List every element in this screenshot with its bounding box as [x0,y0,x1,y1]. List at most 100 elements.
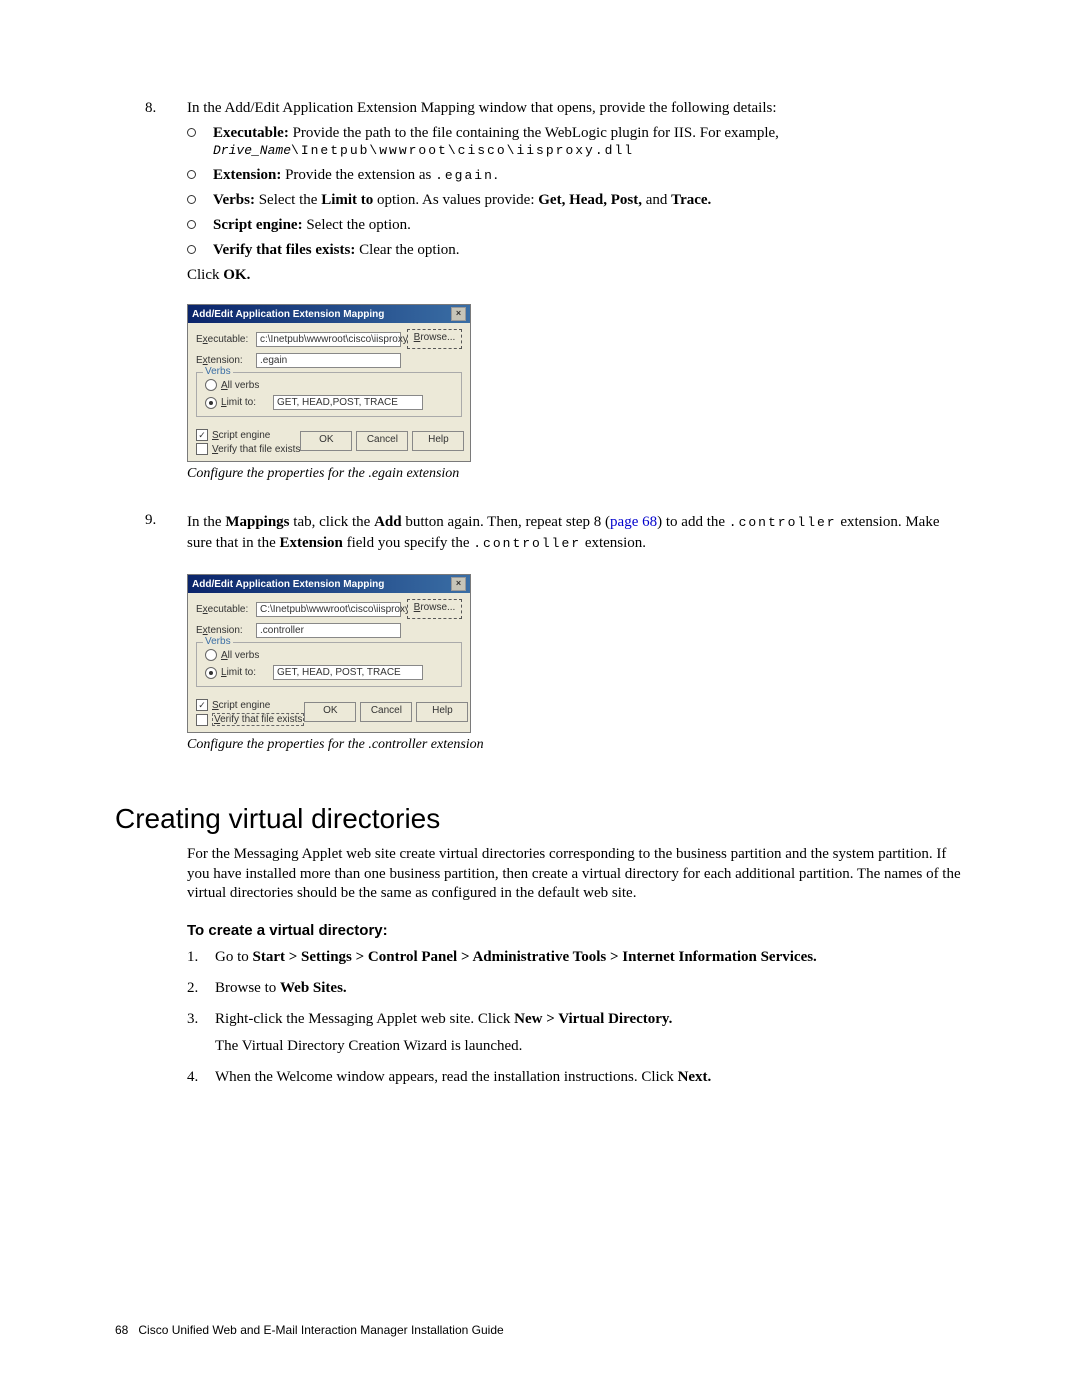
page-number: 68 [115,1323,128,1337]
ok-button[interactable]: OK [300,431,352,451]
extension-input[interactable]: .controller [256,623,401,638]
figure-controller-dialog: Add/Edit Application Extension Mapping ×… [187,574,965,733]
cancel-button[interactable]: Cancel [360,702,412,722]
executable-text: Provide the path to the file containing … [289,125,779,141]
script-engine-check-label: Script engine [212,700,270,711]
all-verbs-radio-row[interactable]: All verbs [205,649,455,661]
bullet-verbs: Verbs: Select the Limit to option. As va… [187,192,965,209]
limit-to-input[interactable]: GET, HEAD, POST, TRACE [273,665,423,680]
close-icon[interactable]: × [451,307,466,321]
bullet-icon [187,220,196,229]
limit-to-radio-row[interactable]: Limit to: GET, HEAD, POST, TRACE [205,665,455,680]
drive-name-var: Drive_Name [213,143,291,158]
checkbox-icon[interactable] [196,714,208,726]
footer-title: Cisco Unified Web and E-Mail Interaction… [138,1323,503,1337]
dialog-title-text: Add/Edit Application Extension Mapping [192,579,384,590]
click-ok-line: Click OK. [187,267,965,284]
step-number: 4. [187,1067,198,1088]
radio-icon[interactable] [205,667,217,679]
step-9-number: 9. [145,512,156,529]
page-content: 8. In the Add/Edit Application Extension… [0,0,1080,1397]
main-steps-list-cont: 9. In the Mappings tab, click the Add bu… [115,512,965,554]
bullet-icon [187,128,196,137]
browse-button[interactable]: Browse... [407,329,462,349]
script-engine-label: Script engine: [213,217,303,233]
checkbox-icon[interactable]: ✓ [196,699,208,711]
bullet-icon [187,195,196,204]
verify-label: Verify that files exists: [213,242,355,258]
executable-row: Executable: c:\Inetpub\wwwroot\cisco\iis… [196,329,462,349]
vd-step-3-line2: The Virtual Directory Creation Wizard is… [215,1036,965,1057]
step-8: 8. In the Add/Edit Application Extension… [115,100,965,284]
radio-icon[interactable] [205,397,217,409]
vd-step-1: 1. Go to Start > Settings > Control Pane… [187,947,965,968]
executable-field-label: Executable: [196,334,256,345]
limit-to-input[interactable]: GET, HEAD,POST, TRACE [273,395,423,410]
ok-button[interactable]: OK [304,702,356,722]
web-sites-label: Web Sites. [280,980,347,996]
extension-row: Extension: .egain [196,353,462,368]
limit-to-label: Limit to: [221,397,265,408]
extension-field-label: Extension: [196,355,256,366]
all-verbs-radio-row[interactable]: All verbs [205,379,455,391]
help-button[interactable]: Help [412,431,464,451]
checkbox-icon[interactable]: ✓ [196,429,208,441]
dialog-egain: Add/Edit Application Extension Mapping ×… [187,304,471,462]
extension-row: Extension: .controller [196,623,462,638]
extension-field-label: Extension: [196,625,256,636]
verify-file-check-label: Verify that file exists [212,444,300,455]
help-button[interactable]: Help [416,702,468,722]
mappings-label: Mappings [225,514,289,530]
verbs-values: Get, Head, Post, [538,192,642,208]
verify-file-check-label: Verify that file exists [212,713,304,726]
section-title: Creating virtual directories [115,803,965,835]
executable-label: Executable: [213,125,289,141]
executable-row: Executable: C:\Inetpub\wwwroot\cisco\iis… [196,599,462,619]
ok-label: OK. [223,267,250,283]
controller-ext-2: .controller [473,536,581,551]
radio-icon[interactable] [205,379,217,391]
checkbox-icon[interactable] [196,443,208,455]
page-link[interactable]: page 68 [610,514,657,530]
add-label: Add [374,514,402,530]
verbs-fieldset: Verbs All verbs Limit to: GET, HEAD, POS… [196,642,462,687]
step-8-intro: In the Add/Edit Application Extension Ma… [187,100,777,116]
limit-to-radio-row[interactable]: Limit to: GET, HEAD,POST, TRACE [205,395,455,410]
verbs-fieldset: Verbs All verbs Limit to: GET, HEAD,POST… [196,372,462,417]
vd-step-3: 3. Right-click the Messaging Applet web … [187,1009,965,1057]
verify-file-check-row[interactable]: Verify that file exists [196,443,300,455]
verify-file-check-row[interactable]: Verify that file exists [196,713,304,726]
extension-value: .egain [435,168,494,183]
bullet-verify: Verify that files exists: Clear the opti… [187,242,965,259]
sub-heading: To create a virtual directory: [187,922,965,939]
next-label: Next. [678,1069,712,1085]
verbs-label: Verbs: [213,192,255,208]
virtual-dir-steps: 1. Go to Start > Settings > Control Pane… [187,947,965,1088]
browse-button[interactable]: Browse... [407,599,462,619]
cancel-button[interactable]: Cancel [356,431,408,451]
bullet-executable: Executable: Provide the path to the file… [187,125,965,159]
executable-field-label: Executable: [196,604,256,615]
extension-input[interactable]: .egain [256,353,401,368]
dialog-titlebar: Add/Edit Application Extension Mapping × [188,305,470,323]
all-verbs-label: All verbs [221,380,259,391]
close-icon[interactable]: × [451,577,466,591]
step-number: 1. [187,947,198,968]
step-8-bullets: Executable: Provide the path to the file… [187,125,965,259]
verbs-trace: Trace. [671,192,711,208]
radio-icon[interactable] [205,649,217,661]
bullet-extension: Extension: Provide the extension as .ega… [187,167,965,184]
extension-label: Extension: [213,167,281,183]
script-engine-check-row[interactable]: ✓ Script engine [196,429,300,441]
bullet-script-engine: Script engine: Select the option. [187,217,965,234]
page-footer: 68 Cisco Unified Web and E-Mail Interact… [115,1323,504,1337]
limit-to-label: Limit to [321,192,373,208]
figure-egain-dialog: Add/Edit Application Extension Mapping ×… [187,304,965,462]
bullet-icon [187,170,196,179]
script-engine-check-row[interactable]: ✓ Script engine [196,699,304,711]
extension-bold-label: Extension [279,535,342,551]
executable-input[interactable]: C:\Inetpub\wwwroot\cisco\iisproxy.dll [256,602,401,617]
new-virtual-dir-label: New > Virtual Directory. [514,1011,672,1027]
step-number: 2. [187,978,198,999]
executable-input[interactable]: c:\Inetpub\wwwroot\cisco\iisproxy.dll [256,332,401,347]
